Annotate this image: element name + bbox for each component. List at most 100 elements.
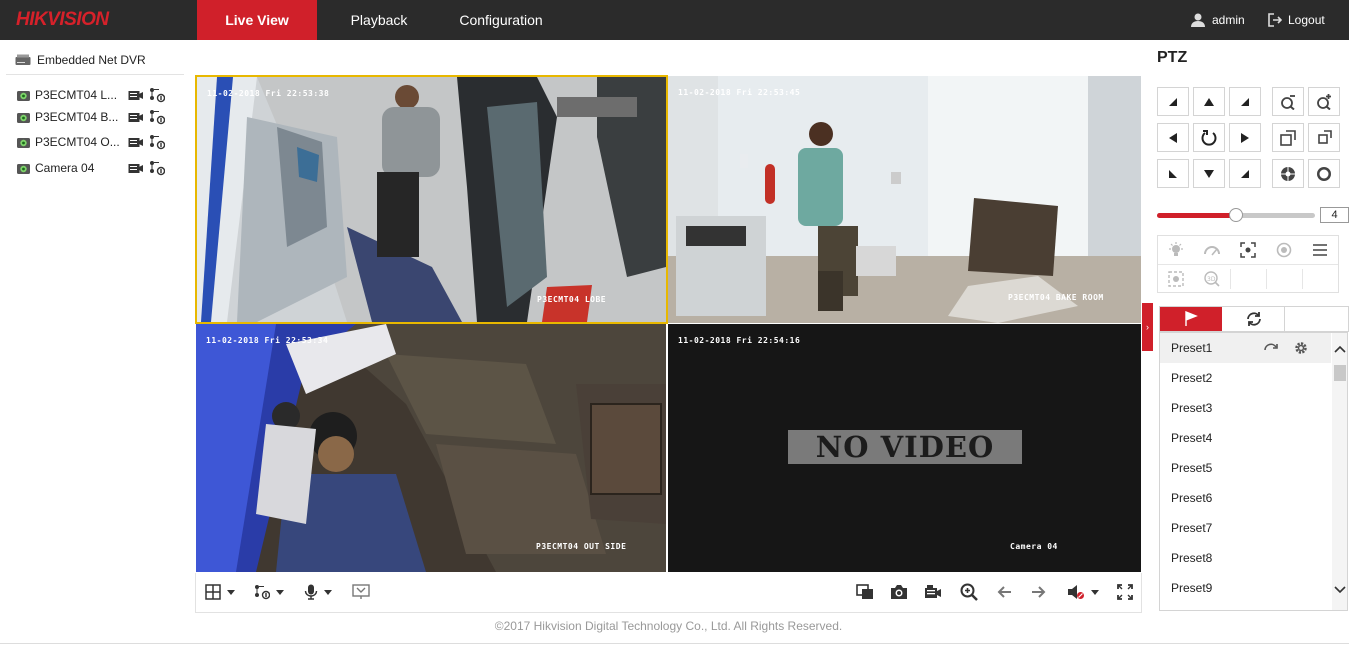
3d-zoom-button[interactable]: 3D [1194, 265, 1230, 293]
tracking-icon [1168, 271, 1184, 287]
gear-icon[interactable] [1293, 333, 1309, 363]
record-icon[interactable] [128, 136, 144, 148]
audio-volume-button[interactable] [1067, 582, 1099, 602]
window-layout-button[interactable] [205, 582, 235, 602]
logout-label: Logout [1288, 13, 1325, 27]
ptz-up-left-button[interactable] [1157, 87, 1189, 116]
call-preset-icon[interactable] [1263, 333, 1279, 363]
stop-all-button[interactable] [856, 582, 874, 602]
preset-label: Preset9 [1171, 581, 1213, 595]
preset-item[interactable]: Preset9 [1160, 573, 1331, 603]
wiper-button[interactable] [1194, 236, 1230, 264]
zoom-in-button[interactable] [1308, 87, 1340, 116]
tab-playback[interactable]: Playback [318, 0, 440, 40]
auxiliary-focus-button[interactable] [1230, 236, 1266, 264]
video-tile-3[interactable]: 11-02-2018 Fri 22:53:34 P3ECMT04 OUT SID… [196, 324, 666, 572]
ptz-auto-scan-button[interactable] [1193, 123, 1225, 152]
camera-icon [16, 89, 31, 102]
channel-name-overlay: P3ECMT04 LOBE [537, 295, 607, 304]
camera-node-3[interactable]: P3ECMT04 O... [16, 131, 176, 153]
fullscreen-button[interactable] [1117, 582, 1133, 602]
ptz-up-right-button[interactable] [1229, 87, 1261, 116]
zoom-out-button[interactable] [1272, 87, 1304, 116]
chevron-right-icon: › [1146, 322, 1149, 332]
slider-handle[interactable] [1229, 208, 1243, 222]
preset-item[interactable]: Preset8 [1160, 543, 1331, 573]
iris-open-button[interactable] [1272, 159, 1304, 188]
stream-type-icon[interactable] [149, 160, 165, 176]
ptz-down-button[interactable] [1193, 159, 1225, 188]
preset-item[interactable]: Preset7 [1160, 513, 1331, 543]
ptz-collapse-toggle[interactable]: › [1142, 303, 1153, 351]
tab-configuration[interactable]: Configuration [440, 0, 562, 40]
more-functions-button[interactable] [1302, 236, 1338, 264]
chevron-down-icon [324, 589, 332, 595]
preset-item[interactable]: Preset6 [1160, 483, 1331, 513]
slider-fill [1157, 213, 1236, 218]
preset-item[interactable]: Preset5 [1160, 453, 1331, 483]
tab-pattern[interactable] [1286, 307, 1348, 331]
video-tile-4[interactable]: 11-02-2018 Fri 22:54:16 NO VIDEO Camera … [668, 324, 1141, 572]
previous-page-button[interactable] [996, 582, 1012, 602]
preset-item[interactable]: Preset3 [1160, 393, 1331, 423]
preset-list: Preset1 Preset2 Preset3 Preset4 Preset5 … [1159, 332, 1348, 611]
preset-item[interactable]: Preset1 [1160, 333, 1331, 363]
live-view-toolbar [195, 573, 1142, 613]
camera-node-1[interactable]: P3ECMT04 L... [16, 84, 176, 106]
record-button[interactable] [924, 582, 942, 602]
alarm-output-button[interactable] [352, 582, 370, 602]
tab-preset[interactable] [1160, 307, 1222, 331]
dvr-root-node[interactable]: Embedded Net DVR [15, 53, 146, 67]
logout-button[interactable]: Logout [1268, 0, 1325, 40]
scrollbar-thumb[interactable] [1334, 365, 1346, 381]
focus-near-button[interactable] [1272, 123, 1304, 152]
ptz-speed-slider[interactable] [1157, 208, 1315, 222]
preset-item[interactable]: Preset4 [1160, 423, 1331, 453]
stream-type-dropdown[interactable] [254, 582, 284, 602]
ptz-down-right-button[interactable] [1229, 159, 1261, 188]
ptz-function-grid: 3D [1157, 235, 1339, 293]
username-label: admin [1212, 13, 1245, 27]
preset-scrollbar[interactable] [1332, 333, 1347, 610]
iris-close-button[interactable] [1308, 159, 1340, 188]
stream-type-icon[interactable] [149, 109, 165, 125]
tab-live-view[interactable]: Live View [197, 0, 317, 40]
arrow-left-icon [996, 585, 1012, 599]
ptz-right-button[interactable] [1229, 123, 1261, 152]
capture-button[interactable] [890, 582, 908, 602]
digital-zoom-button[interactable] [960, 582, 978, 602]
stream-type-icon[interactable] [149, 87, 165, 103]
ptz-down-left-button[interactable] [1157, 159, 1189, 188]
preset-item[interactable]: Preset2 [1160, 363, 1331, 393]
tab-patrol[interactable] [1223, 307, 1285, 331]
video-tile-2[interactable]: 11-02-2018 Fri 22:53:45 P3ECMT04 BAKE RO… [668, 76, 1141, 323]
rotate-icon [1201, 129, 1217, 146]
two-way-audio-button[interactable] [304, 582, 332, 602]
chevron-up-icon[interactable] [1334, 345, 1346, 353]
stream-type-icon[interactable] [149, 134, 165, 150]
next-page-button[interactable] [1031, 582, 1047, 602]
ptz-up-button[interactable] [1193, 87, 1225, 116]
camera-node-2[interactable]: P3ECMT04 B... [16, 106, 176, 128]
user-menu[interactable]: admin [1190, 0, 1245, 40]
channel-name-overlay: P3ECMT04 BAKE ROOM [1008, 293, 1104, 302]
ptz-tabs [1159, 306, 1349, 332]
lens-initialization-button[interactable] [1266, 236, 1302, 264]
camera-node-4[interactable]: Camera 04 [16, 157, 176, 179]
record-icon[interactable] [128, 111, 144, 123]
light-button[interactable] [1158, 236, 1194, 264]
light-icon [1168, 242, 1184, 258]
chevron-down-icon[interactable] [1334, 586, 1346, 594]
manual-tracking-button[interactable] [1158, 265, 1194, 293]
record-icon[interactable] [128, 89, 144, 101]
grid-layout-icon [205, 584, 221, 600]
video-record-icon [924, 584, 942, 600]
video-tile-1[interactable]: 11-02-2018 Fri 22:53:38 P3ECMT04 LOBE [195, 75, 668, 324]
arrow-down-right-icon [1240, 169, 1250, 179]
preset-label: Preset3 [1171, 401, 1213, 415]
ptz-left-button[interactable] [1157, 123, 1189, 152]
focus-far-button[interactable] [1308, 123, 1340, 152]
chevron-down-icon [227, 589, 235, 595]
ptz-title: PTZ [1157, 49, 1188, 66]
record-icon[interactable] [128, 162, 144, 174]
